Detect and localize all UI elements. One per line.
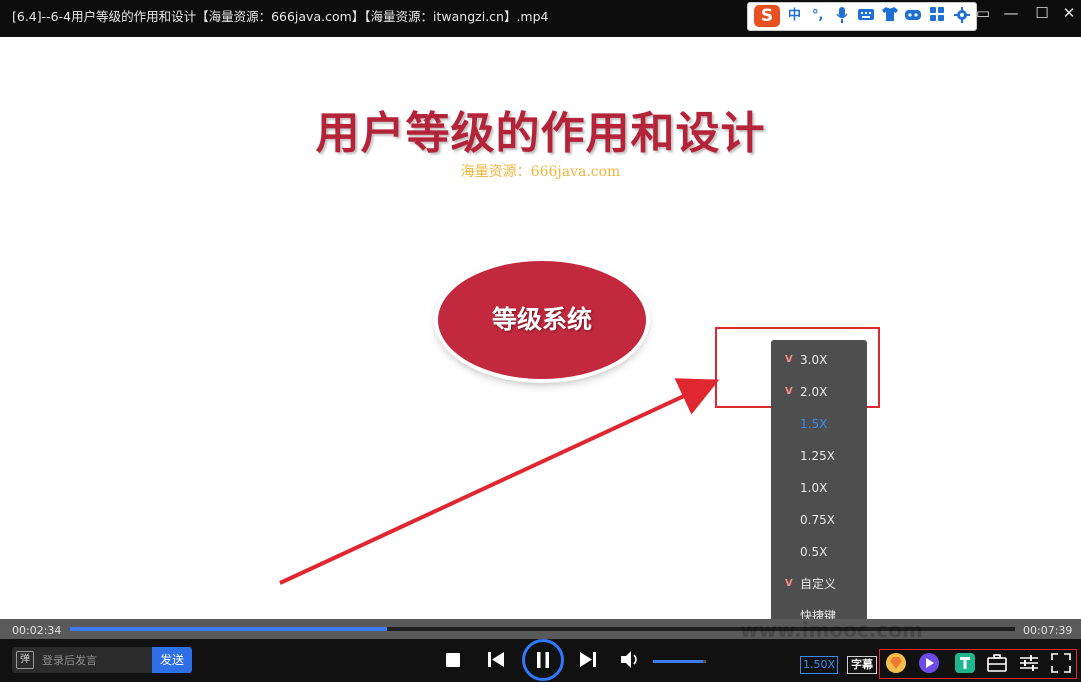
speed-option-0-5x[interactable]: 0.5X xyxy=(771,536,867,568)
title-bar: [6.4]--6-4用户等级的作用和设计【海量资源：666java.com】【海… xyxy=(0,0,1081,37)
speed-option-1x[interactable]: 1.0X xyxy=(771,472,867,504)
speed-option-2x[interactable]: V 2.0X xyxy=(771,376,867,408)
next-icon[interactable] xyxy=(580,652,596,671)
highlight-box-tools xyxy=(879,649,1077,679)
vip-icon: V xyxy=(785,386,793,397)
keyboard-icon[interactable] xyxy=(858,7,874,25)
speed-option-3x[interactable]: V 3.0X xyxy=(771,344,867,376)
speed-option-0-75x[interactable]: 0.75X xyxy=(771,504,867,536)
ime-logo-icon[interactable]: S xyxy=(754,5,780,27)
volume-slider[interactable] xyxy=(653,660,706,663)
total-time: 00:07:39 xyxy=(1023,624,1073,637)
speed-menu: V 3.0X V 2.0X 1.5X 1.25X 1.0X 0.75X 0.5X… xyxy=(771,340,867,632)
send-button[interactable]: 发送 xyxy=(152,647,192,673)
minimize-button[interactable]: — xyxy=(1000,4,1022,22)
settings-icon[interactable] xyxy=(954,7,970,25)
speed-option-label: 0.75X xyxy=(800,513,835,527)
speed-option-custom[interactable]: V 自定义 xyxy=(771,568,867,600)
toolbox-icon[interactable] xyxy=(987,653,1007,673)
ime-punct-toggle[interactable]: °, xyxy=(812,7,823,25)
danmu-box: 弹 发送 xyxy=(12,647,192,673)
close-button[interactable]: ✕ xyxy=(1058,4,1080,22)
danmu-icon[interactable]: 弹 xyxy=(16,651,34,669)
mic-icon[interactable] xyxy=(836,7,848,25)
pin-button[interactable]: ▭ xyxy=(972,4,994,22)
progress-bar: 00:02:34 www.imooc.com 00:07:39 xyxy=(0,618,1081,642)
speed-option-label: 1.0X xyxy=(800,481,828,495)
speed-option-label: 1.5X xyxy=(800,417,828,431)
speed-button[interactable]: 1.50X xyxy=(800,656,838,674)
ime-mode-toggle[interactable]: 中 xyxy=(788,7,801,25)
seek-fill xyxy=(70,627,387,631)
gamepad-icon[interactable] xyxy=(905,7,921,25)
control-bar: 弹 发送 1.50X 字幕 xyxy=(0,639,1081,682)
previous-icon[interactable] xyxy=(488,652,504,671)
pause-button[interactable] xyxy=(522,639,564,681)
speed-option-label: 0.5X xyxy=(800,545,828,559)
apps-icon[interactable] xyxy=(930,7,944,25)
stop-icon[interactable] xyxy=(446,652,460,671)
video-area[interactable]: 用户等级的作用和设计 海量资源：666java.com 等级系统 xyxy=(0,37,1081,619)
ime-toolbar[interactable]: S 中 °, xyxy=(747,2,977,31)
shirt-icon[interactable] xyxy=(882,7,898,25)
window-title: [6.4]--6-4用户等级的作用和设计【海量资源：666java.com】【海… xyxy=(12,9,549,24)
fullscreen-icon[interactable] xyxy=(1051,653,1071,673)
text-tool-icon[interactable] xyxy=(955,653,975,673)
speed-option-label: 3.0X xyxy=(800,353,828,367)
danmu-input[interactable] xyxy=(40,647,164,673)
annotation-arrow-icon xyxy=(279,378,720,585)
speed-option-label: 1.25X xyxy=(800,449,835,463)
speed-option-label: 2.0X xyxy=(800,385,828,399)
volume-icon[interactable] xyxy=(621,651,641,672)
current-time: 00:02:34 xyxy=(12,624,62,637)
volume-fill xyxy=(653,660,704,663)
speed-option-1-25x[interactable]: 1.25X xyxy=(771,440,867,472)
vip-icon: V xyxy=(785,354,793,365)
subtitle-button[interactable]: 字幕 xyxy=(847,656,877,674)
pause-icon xyxy=(537,652,549,668)
adjust-settings-icon[interactable] xyxy=(1019,653,1039,673)
video-chat-icon[interactable] xyxy=(919,653,939,673)
speed-option-label: 自定义 xyxy=(800,577,837,591)
speed-option-1-5x[interactable]: 1.5X xyxy=(771,408,867,440)
vip-diamond-icon[interactable] xyxy=(886,653,906,673)
maximize-button[interactable]: ☐ xyxy=(1031,4,1053,22)
vip-icon: V xyxy=(785,578,793,589)
